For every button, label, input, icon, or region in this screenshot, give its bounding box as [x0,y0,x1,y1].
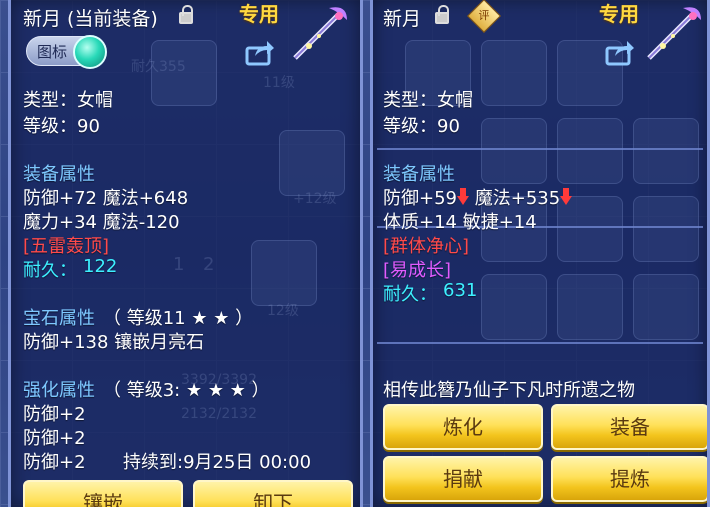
bg-item-slot [481,40,547,106]
equip-attr-title: 装备属性 [383,164,455,185]
compare-item-tooltip: 新月 专用 类型：女帽 等级：90 装备属性 防御+59 魔法+535 体质+1… [370,0,710,507]
special-effect: [易成长] [383,260,452,281]
item-name: 新月 [23,8,62,30]
gem-attr-line: 防御+138 镶嵌月亮石 [23,332,205,353]
equipped-tag: (当前装备) [67,8,158,30]
item-level: 等级：90 [23,116,100,137]
game-scene: 耐久355 11级 +12级 12级 1 2 3392/3392 2132/21… [0,0,710,507]
gem-attr-title: 宝石属性 [23,308,95,329]
inlay-button[interactable]: 镶嵌 [23,480,183,507]
bg-item-slot [557,274,623,340]
enhance-attr-line: 防御+2 [23,428,86,449]
equipped-item-tooltip: 耐久355 11级 +12级 12级 1 2 3392/3392 2132/21… [8,0,363,507]
decrease-arrow-icon [560,188,573,205]
bg-ghost-text: 耐久355 [131,59,186,75]
unlock-icon[interactable] [435,5,449,24]
item-type: 类型：女帽 [383,90,473,111]
bg-ghost-text: 2 [203,254,215,275]
special-skill: [五雷轰顶] [23,236,110,257]
bg-ghost-text: 1 [173,254,185,275]
bg-ghost-text: 2132/2132 [181,406,257,422]
durability-value: 631 [443,280,478,301]
bg-item-slot [633,118,699,184]
equip-attr-line: 魔力+34 魔法-120 [23,212,180,233]
bg-item-slot [251,240,317,306]
donate-button[interactable]: 捐献 [383,456,543,502]
hairpin-item-icon [293,7,347,60]
exclusive-label: 专用 [599,2,639,26]
enhance-attr-title: 强化属性 [23,380,95,401]
bg-item-slot [279,130,345,196]
divider [377,342,703,344]
bg-item-slot [633,196,699,262]
extract-button[interactable]: 提炼 [551,456,707,502]
equip-attr-line: 体质+14 敏捷+14 [383,212,537,233]
bg-ghost-text: 11级 [263,75,295,91]
durability-label: 耐久： [23,260,77,281]
toggle-knob [73,35,107,69]
bg-item-slot [633,274,699,340]
rating-badge-label: 评 [478,9,490,22]
equip-attr-title: 装备属性 [23,164,95,185]
enhance-level: （ 等级3: ★ ★ ★ ） [103,380,270,401]
icon-toggle[interactable]: 图标 [26,35,107,69]
bg-ghost-text: +12级 [293,191,337,207]
enhance-attr-line: 防御+2 [23,452,86,473]
item-level: 等级：90 [383,116,460,137]
equip-attr-line: 防御+72 魔法+648 [23,188,189,209]
item-name: 新月 [383,8,422,30]
attr-defense: 防御+59 [383,188,457,209]
item-description: 相传此簪乃仙子下凡时所遗之物 [383,380,635,401]
special-skill: [群体净心] [383,236,470,257]
enhance-duration: 持续到:9月25日 00:00 [123,452,312,473]
refine-button[interactable]: 炼化 [383,404,543,450]
divider [377,148,703,150]
bg-item-slot [481,118,547,184]
unequip-button[interactable]: 卸下 [193,480,353,507]
share-icon[interactable] [605,40,635,66]
icon-toggle-label: 图标 [37,43,68,61]
item-type: 类型：女帽 [23,90,113,111]
bg-ghost-text: 12级 [267,303,299,319]
equip-button[interactable]: 装备 [551,404,707,450]
durability-value: 122 [83,256,118,277]
exclusive-label: 专用 [239,2,279,26]
equip-attr-line: 防御+59 魔法+535 [383,184,573,210]
enhance-attr-line: 防御+2 [23,404,86,425]
share-icon[interactable] [245,40,275,66]
durability-label: 耐久： [383,284,437,305]
hairpin-item-icon [647,7,701,60]
attr-magic: 魔法+535 [474,188,561,209]
decrease-arrow-icon [457,188,469,205]
bg-item-slot [481,274,547,340]
unlock-icon[interactable] [179,5,193,24]
bg-item-slot [557,118,623,184]
gem-level: （ 等级11 ★ ★ ） [103,308,254,329]
